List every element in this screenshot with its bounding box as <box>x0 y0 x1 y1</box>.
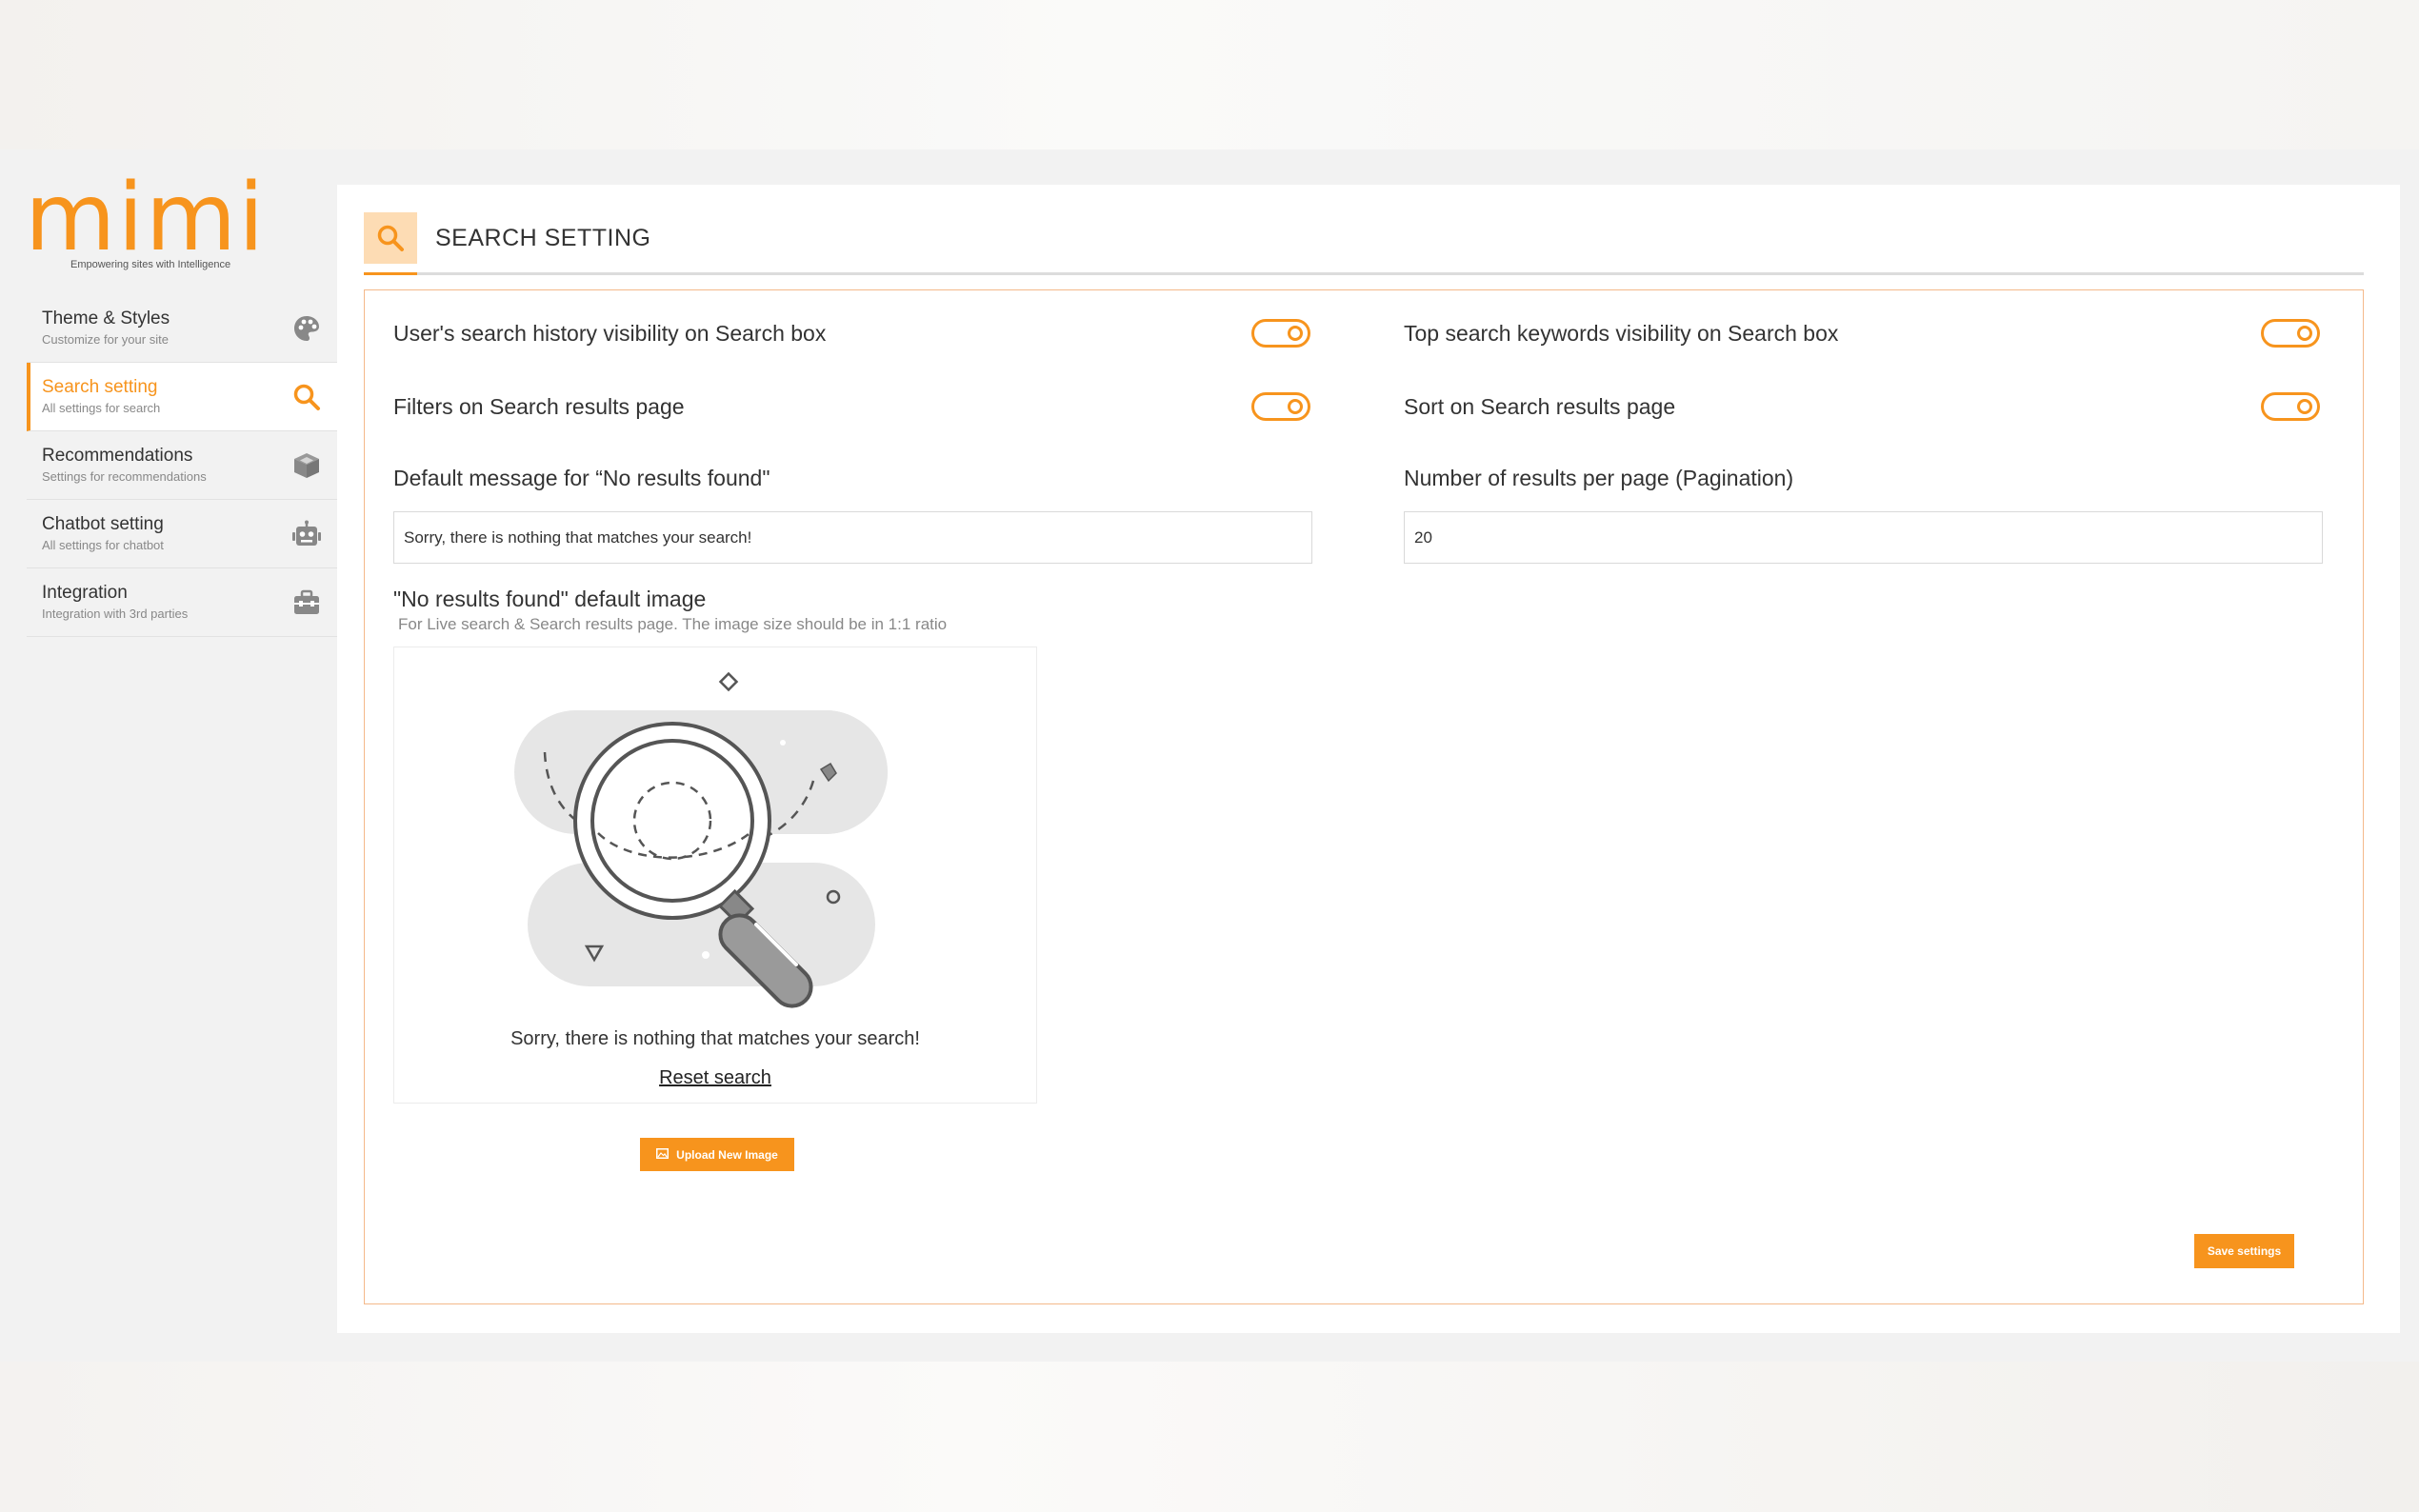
sort-toggle[interactable] <box>2261 392 2320 421</box>
upload-image-button[interactable]: Upload New Image <box>640 1138 794 1171</box>
upload-image-label: Upload New Image <box>676 1147 778 1162</box>
toggle-knob <box>2297 326 2312 341</box>
toggle-knob <box>1288 326 1303 341</box>
settings-form: User's search history visibility on Sear… <box>364 289 2364 1304</box>
search-icon <box>364 212 417 264</box>
toggle-knob <box>2297 399 2312 414</box>
results-per-page-label: Number of results per page (Pagination) <box>1404 466 1794 490</box>
search-settings-panel: SEARCH SETTING User's search history vis… <box>337 185 2400 1333</box>
panel-header: SEARCH SETTING <box>364 198 2364 275</box>
palette-icon <box>291 313 322 344</box>
toggle-knob <box>1288 399 1303 414</box>
sidebar-item-theme-styles[interactable]: Theme & Styles Customize for your site <box>27 294 337 363</box>
default-message-input[interactable] <box>393 511 1312 564</box>
save-settings-button[interactable]: Save settings <box>2194 1234 2294 1268</box>
box-icon <box>291 450 322 481</box>
no-results-image-hint: For Live search & Search results page. T… <box>398 615 948 633</box>
sidebar-item-search-setting[interactable]: Search setting All settings for search <box>27 363 337 431</box>
filters-label: Filters on Search results page <box>393 394 685 419</box>
filters-toggle[interactable] <box>1251 392 1310 421</box>
header-divider-accent <box>364 272 417 275</box>
history-visibility-label: User's search history visibility on Sear… <box>393 321 827 346</box>
sidebar-nav: Theme & Styles Customize for your site S… <box>27 294 337 637</box>
page-title: SEARCH SETTING <box>435 225 651 251</box>
sidebar-item-chatbot-setting[interactable]: Chatbot setting All settings for chatbot <box>27 500 337 568</box>
results-per-page-input[interactable] <box>1404 511 2323 564</box>
no-results-image-preview: Sorry, there is nothing that matches you… <box>393 647 1037 1104</box>
sidebar-item-recommendations[interactable]: Recommendations Settings for recommendat… <box>27 431 337 500</box>
brand-logo: mimi Empowering sites with Intelligence <box>25 164 267 276</box>
image-icon <box>656 1147 670 1162</box>
toolbox-icon <box>291 587 322 618</box>
logo-wordmark: mimi <box>25 164 267 272</box>
top-background <box>0 0 2419 149</box>
robot-icon <box>291 519 322 549</box>
preview-reset-search-link[interactable]: Reset search <box>394 1067 1036 1089</box>
default-message-label: Default message for “No results found" <box>393 466 770 490</box>
history-visibility-toggle[interactable] <box>1251 319 1310 348</box>
search-icon <box>291 382 322 412</box>
no-results-image-label: "No results found" default image <box>393 587 707 611</box>
bottom-background <box>0 1362 2419 1512</box>
preview-no-results-message: Sorry, there is nothing that matches you… <box>510 1028 920 1049</box>
header-divider <box>364 272 2364 275</box>
sidebar-item-integration[interactable]: Integration Integration with 3rd parties <box>27 568 337 637</box>
top-keywords-visibility-toggle[interactable] <box>2261 319 2320 348</box>
top-keywords-visibility-label: Top search keywords visibility on Search… <box>1404 321 1839 346</box>
logo-tagline: Empowering sites with Intelligence <box>70 259 231 270</box>
sort-label: Sort on Search results page <box>1404 394 1676 419</box>
no-results-illustration <box>514 671 888 1008</box>
